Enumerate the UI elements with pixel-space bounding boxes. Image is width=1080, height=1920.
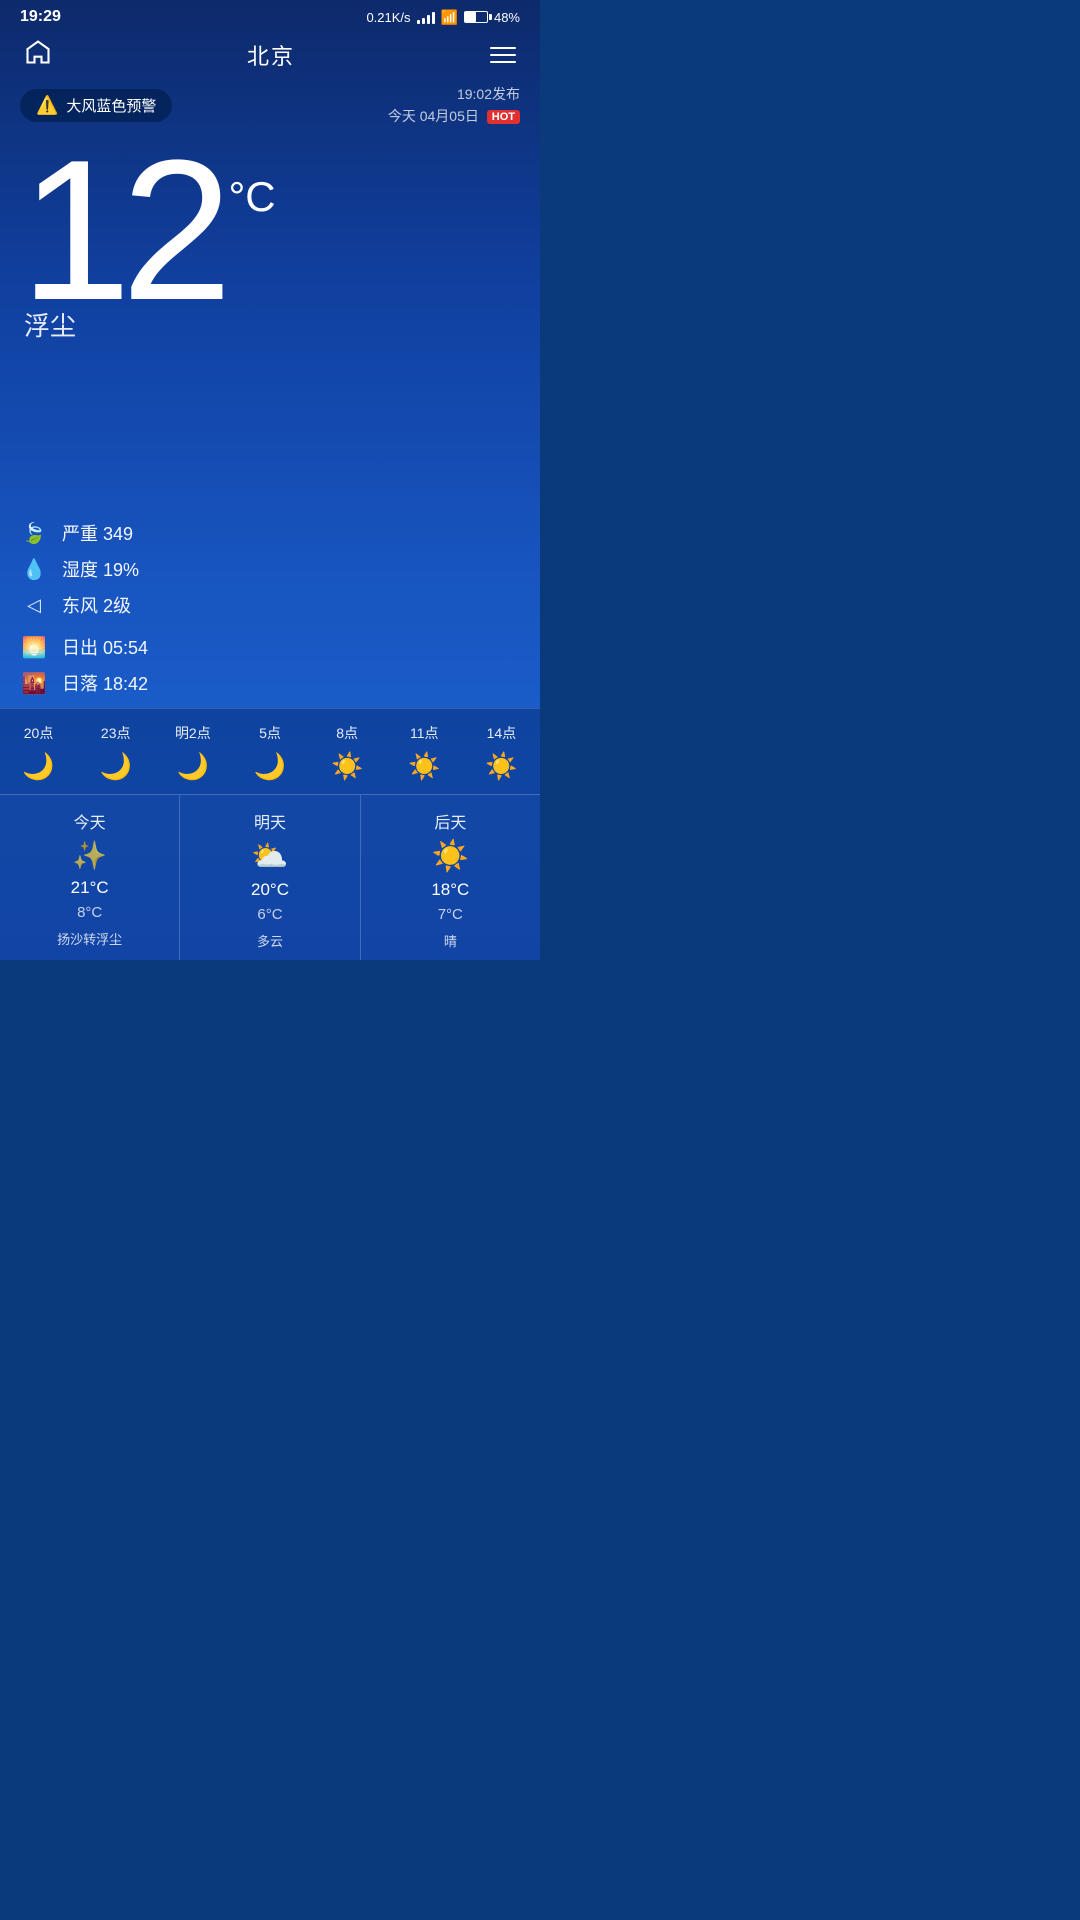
aqi-value: 严重 349 (62, 520, 133, 546)
day-low-today: 8°C (77, 904, 102, 921)
publish-time: 19:02发布 (388, 83, 520, 105)
temperature-value: 12 (20, 146, 222, 316)
day-item-today: 今天 ✨ 21°C 8°C 扬沙转浮尘 (0, 795, 180, 960)
hourly-forecast: 20点 🌙 23点 🌙 明2点 🌙 5点 🌙 8点 ☀️ 11点 ☀️ 14点 … (0, 708, 540, 794)
moon-icon-3: 🌙 (254, 751, 286, 782)
day-desc-after: 晴 (444, 931, 457, 950)
sun-icon-5: ☀️ (408, 751, 440, 782)
day-label-tomorrow: 明天 (254, 809, 286, 833)
hour-item-4: 8点 ☀️ (317, 723, 377, 782)
home-icon[interactable] (24, 38, 52, 71)
weather-details: 🍃 严重 349 💧 湿度 19% ◁ 东风 2级 (0, 504, 540, 630)
publish-date: 今天 04月05日 HOT (388, 105, 520, 127)
humidity-icon: 💧 (20, 557, 48, 582)
wind-item: ◁ 东风 2级 (20, 592, 520, 618)
menu-icon[interactable] (490, 47, 516, 63)
hour-label-6: 14点 (487, 723, 517, 743)
status-right: 0.21K/s 📶 48% (366, 9, 520, 26)
sun-icon-6: ☀️ (485, 751, 517, 782)
signal-bars (417, 10, 435, 24)
day-icon-tomorrow: ⛅ (251, 839, 288, 874)
alert-badge[interactable]: ⚠️ 大风蓝色预警 (20, 89, 172, 122)
hour-item-6: 14点 ☀️ (471, 723, 531, 782)
publish-info: 19:02发布 今天 04月05日 HOT (388, 83, 520, 128)
hour-item-1: 23点 🌙 (86, 723, 146, 782)
aqi-item: 🍃 严重 349 (20, 520, 520, 546)
sunset-value: 日落 18:42 (62, 670, 148, 696)
day-low-tomorrow: 6°C (257, 906, 282, 923)
hour-label-2: 明2点 (175, 723, 211, 743)
sunrise-icon: 🌅 (20, 635, 48, 660)
hour-label-3: 5点 (259, 723, 281, 743)
temp-unit: °C (228, 176, 275, 218)
sunrise-value: 日出 05:54 (62, 634, 148, 660)
day-high-tomorrow: 20°C (251, 880, 289, 900)
day-item-after: 后天 ☀️ 18°C 7°C 晴 (361, 795, 540, 960)
day-label-after: 后天 (434, 809, 466, 833)
day-label-today: 今天 (74, 809, 106, 833)
network-speed: 0.21K/s (366, 10, 410, 25)
moon-icon-2: 🌙 (177, 751, 209, 782)
day-low-after: 7°C (438, 906, 463, 923)
hour-item-2: 明2点 🌙 (163, 723, 223, 782)
hour-item-3: 5点 🌙 (240, 723, 300, 782)
hour-label-0: 20点 (24, 723, 54, 743)
alert-label: 大风蓝色预警 (66, 95, 156, 116)
status-bar: 19:29 0.21K/s 📶 48% (0, 0, 540, 30)
daily-forecast: 今天 ✨ 21°C 8°C 扬沙转浮尘 明天 ⛅ 20°C 6°C 多云 后天 … (0, 794, 540, 960)
sunset-icon: 🌇 (20, 671, 48, 696)
leaf-icon: 🍃 (20, 521, 48, 546)
battery-percent: 48% (494, 10, 520, 25)
city-title[interactable]: 北京 (247, 39, 295, 71)
hour-item-0: 20点 🌙 (9, 723, 69, 782)
hour-label-1: 23点 (101, 723, 131, 743)
wifi-icon: 📶 (441, 9, 458, 26)
day-icon-after: ☀️ (432, 839, 469, 874)
warning-icon: ⚠️ (36, 95, 58, 116)
humidity-item: 💧 湿度 19% (20, 556, 520, 582)
wind-value: 东风 2级 (62, 592, 131, 618)
sunset-item: 🌇 日落 18:42 (20, 670, 520, 696)
day-desc-tomorrow: 多云 (257, 931, 283, 950)
hot-badge: HOT (487, 110, 520, 124)
sun-icon-4: ☀️ (331, 751, 363, 782)
day-high-after: 18°C (431, 880, 469, 900)
battery (464, 11, 488, 23)
day-icon-today: ✨ (72, 839, 107, 872)
day-desc-today: 扬沙转浮尘 (57, 929, 122, 948)
status-time: 19:29 (20, 8, 61, 26)
humidity-value: 湿度 19% (62, 556, 139, 582)
moon-icon-1: 🌙 (100, 751, 132, 782)
hour-label-4: 8点 (336, 723, 358, 743)
sunrise-item: 🌅 日出 05:54 (20, 634, 520, 660)
wind-icon: ◁ (20, 595, 48, 616)
temp-display: 12 °C (20, 146, 520, 316)
sun-section: 🌅 日出 05:54 🌇 日落 18:42 (0, 630, 540, 708)
day-high-today: 21°C (71, 878, 109, 898)
top-nav: 北京 (0, 30, 540, 83)
hour-label-5: 11点 (410, 723, 439, 743)
day-item-tomorrow: 明天 ⛅ 20°C 6°C 多云 (180, 795, 360, 960)
moon-icon-0: 🌙 (22, 751, 54, 782)
hour-item-5: 11点 ☀️ (394, 723, 454, 782)
temperature-section: 12 °C 浮尘 (0, 136, 540, 504)
